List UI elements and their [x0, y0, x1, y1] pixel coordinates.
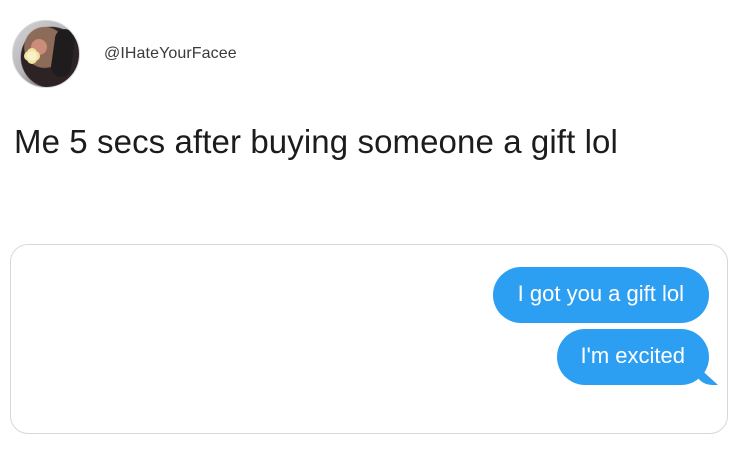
post-header: @IHateYourFacee — [12, 20, 237, 88]
social-post: @IHateYourFacee Me 5 secs after buying s… — [0, 0, 740, 452]
username-handle[interactable]: @IHateYourFacee — [104, 45, 237, 63]
profile-avatar[interactable] — [12, 20, 80, 88]
sent-message-bubble: I got you a gift lol — [492, 267, 709, 323]
sent-message-bubble: I'm excited — [556, 329, 709, 385]
post-text: Me 5 secs after buying someone a gift lo… — [14, 123, 618, 160]
message-screenshot: I got you a gift lol I'm excited — [10, 244, 728, 434]
flower-icon — [27, 51, 37, 61]
